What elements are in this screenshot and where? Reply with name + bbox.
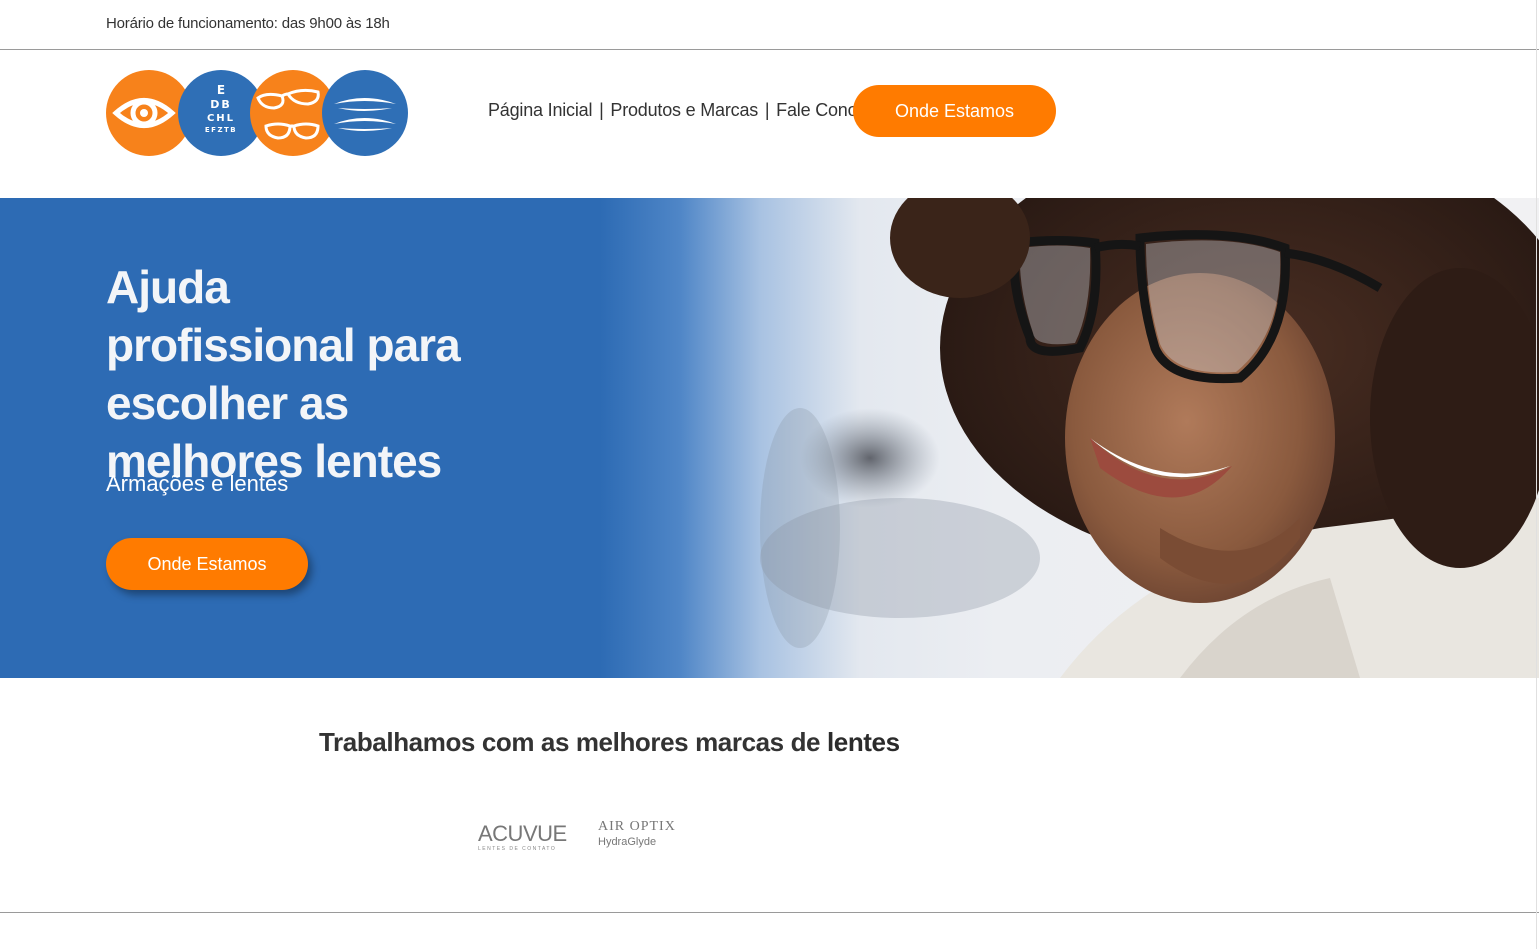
svg-text:CHL: CHL	[207, 113, 235, 124]
brands-title-bold: lentes	[826, 727, 900, 757]
svg-text:EFZTB: EFZTB	[205, 126, 237, 134]
acuvue-wordmark: ACUVUE	[478, 821, 567, 846]
site-header: E DB CHL EFZTB Página Inicial | Produtos…	[0, 50, 1539, 198]
business-hours: Horário de funcionamento: das 9h00 às 18…	[106, 15, 390, 32]
nav-separator: |	[599, 100, 604, 120]
footer-divider	[0, 912, 1539, 913]
hero-headline: Ajuda profissional para escolher as melh…	[106, 261, 461, 487]
acuvue-tagline: LENTES DE CONTATO	[478, 846, 557, 852]
page-edge	[1536, 0, 1537, 949]
brand-logo-air-optix[interactable]: AIR OPTIX HydraGlyde	[598, 820, 698, 856]
main-nav: Página Inicial | Produtos e Marcas | Fal…	[488, 100, 885, 121]
hero-banner: Ajuda profissional para escolher as melh…	[0, 198, 1539, 678]
hero-where-we-are-button[interactable]: Onde Estamos	[106, 538, 308, 590]
nav-separator: |	[764, 100, 770, 120]
logo-glyphs: E DB CHL EFZTB	[112, 83, 396, 140]
hero-subheadline: Armações e lentes	[106, 471, 289, 496]
site-logo[interactable]: E DB CHL EFZTB	[106, 70, 408, 156]
brand-logo-acuvue[interactable]: ACUVUE LENTES DE CONTATO	[478, 823, 572, 853]
air-optix-wordmark: AIR OPTIX	[598, 819, 676, 834]
air-optix-tagline: HydraGlyde	[598, 836, 657, 848]
nav-home[interactable]: Página Inicial	[488, 100, 592, 120]
brands-title-prefix: Trabalhamos com as melhores marcas de	[319, 727, 827, 757]
where-we-are-button[interactable]: Onde Estamos	[853, 85, 1056, 137]
nav-products-brands[interactable]: Produtos e Marcas	[610, 100, 758, 120]
top-bar: Horário de funcionamento: das 9h00 às 18…	[0, 0, 1539, 50]
brands-title: Trabalhamos com as melhores marcas de le…	[319, 727, 900, 758]
svg-text:DB: DB	[210, 98, 232, 111]
svg-text:E: E	[217, 83, 225, 97]
